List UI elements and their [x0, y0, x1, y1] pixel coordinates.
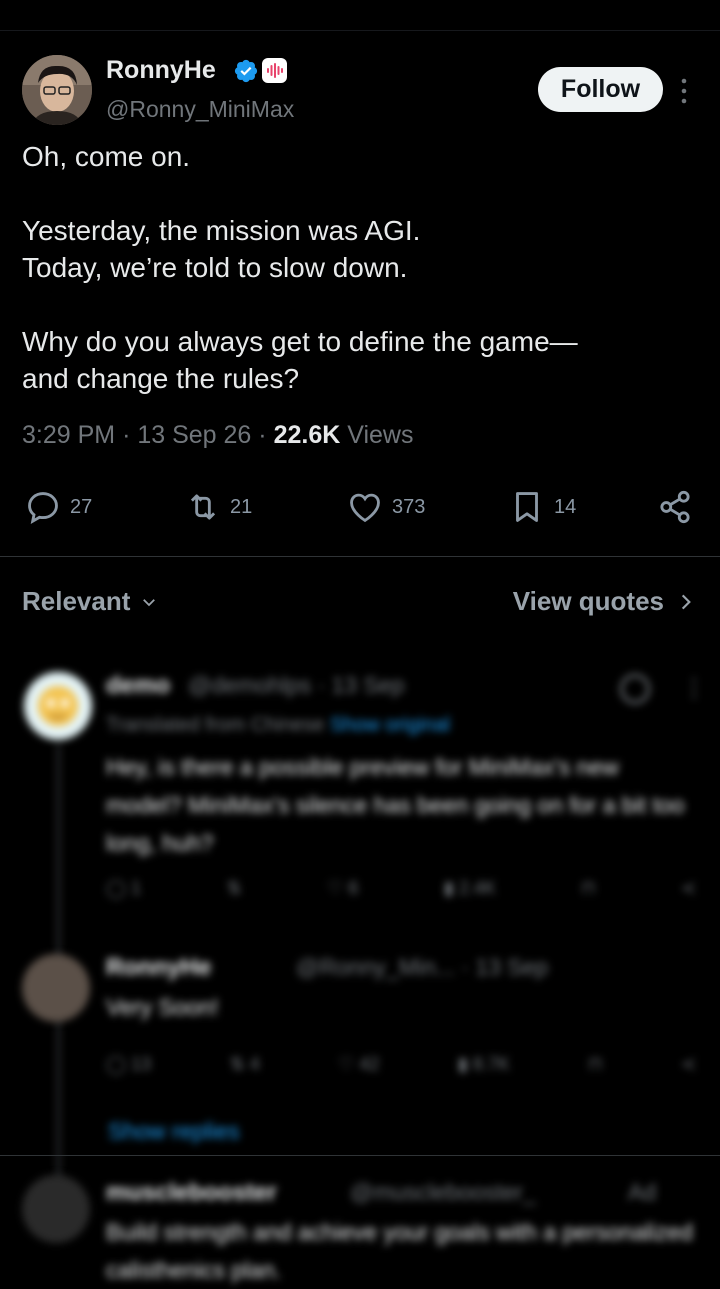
author-avatar[interactable] — [22, 55, 92, 125]
verified-badge-icon — [233, 58, 259, 84]
reply-icon — [28, 492, 58, 525]
reply-item[interactable]: demo @demohlps · 13 Sep ⋮ Translated fro… — [0, 660, 720, 1214]
tweet-text: Oh, come on. Yesterday, the mission was … — [22, 138, 702, 397]
reply-author-name[interactable]: RonnyHe — [106, 954, 211, 982]
follow-button[interactable]: Follow — [538, 67, 663, 112]
tweet-paragraph-1: Oh, come on. — [22, 141, 191, 172]
reply-avatar[interactable] — [22, 954, 90, 1022]
share-icon[interactable]: ≺ — [681, 1054, 696, 1075]
views-count: 22.6K — [273, 421, 341, 449]
views-label: Views — [347, 421, 414, 449]
share-icon[interactable]: ≺ — [681, 878, 696, 899]
tweet-meta: 3:29 PM · 13 Sep 26 · 22.6K Views — [22, 421, 414, 449]
view-quotes-link[interactable]: View quotes — [513, 586, 694, 617]
ad-author-handle[interactable]: @musclebooster_ — [350, 1179, 536, 1206]
reply-more-icon[interactable]: ⋮ — [682, 674, 706, 703]
section-divider — [0, 556, 720, 557]
like-count[interactable]: ♡ 6 — [327, 878, 358, 899]
ad-label: Ad — [628, 1179, 657, 1205]
share-icon — [660, 490, 690, 524]
show-replies-link[interactable]: Show replies — [108, 1112, 240, 1150]
reply-text: Very Soon! — [106, 994, 219, 1020]
reply-author-handle[interactable]: @Ronny_Min... · 13 Sep — [296, 954, 548, 981]
chevron-down-icon — [143, 598, 156, 606]
more-options-icon[interactable] — [672, 74, 696, 108]
like-count: 373 — [392, 495, 426, 518]
reply-avatar[interactable] — [24, 672, 92, 740]
reply-count[interactable]: ◯ 13 — [106, 1054, 151, 1075]
top-divider — [0, 30, 720, 31]
ad-avatar[interactable] — [22, 1175, 90, 1243]
tweet-paragraph-2: Yesterday, the mission was AGI. Today, w… — [22, 215, 421, 283]
repost-icon[interactable]: ⇅ — [227, 878, 242, 899]
bookmark-button[interactable]: 14 — [508, 486, 576, 528]
views-count[interactable]: ▮ 8.7K — [458, 1054, 510, 1075]
show-original-link[interactable]: Show original — [330, 714, 450, 736]
author-name[interactable]: RonnyHe — [106, 56, 216, 85]
ad-item[interactable]: musclebooster @musclebooster_ Ad Build s… — [0, 1165, 720, 1283]
translation-note: Translated from Chinese Show original — [106, 714, 450, 737]
ad-text: Build strength and achieve your goals wi… — [106, 1219, 693, 1283]
tweet-date[interactable]: 13 Sep 26 — [137, 421, 251, 449]
grok-icon[interactable] — [620, 674, 650, 704]
affiliation-badge-icon — [262, 58, 287, 83]
reply-actions: ◯ 1 ⇅ ♡ 6 ▮ 2.4K ⊓ ≺ — [106, 878, 696, 899]
chevron-right-icon — [681, 594, 691, 609]
reply-actions: ◯ 13 ⇅ 4 ♡ 42 ▮ 8.7K ⊓ ≺ — [106, 1054, 696, 1075]
like-count[interactable]: ♡ 42 — [338, 1054, 379, 1075]
like-button[interactable]: 373 — [346, 486, 425, 528]
reply-author-handle[interactable]: @demohlps · 13 Sep — [188, 672, 404, 699]
bookmark-icon — [516, 492, 538, 522]
heart-icon — [350, 493, 380, 523]
author-handle[interactable]: @Ronny_MiniMax — [106, 96, 294, 123]
reply-count[interactable]: ◯ 1 — [106, 878, 141, 899]
section-divider — [0, 1155, 720, 1156]
reply-count: 27 — [70, 495, 93, 518]
repost-count: 21 — [230, 495, 253, 518]
translated-label: Translated from Chinese — [106, 714, 325, 736]
reply-text: Hey, is there a possible preview for Min… — [106, 754, 685, 856]
tweet-time[interactable]: 3:29 PM — [22, 421, 115, 449]
share-button[interactable] — [656, 486, 694, 528]
relevant-sort-dropdown[interactable]: Relevant — [22, 586, 158, 617]
tweet-paragraph-3: Why do you always get to define the game… — [22, 326, 578, 394]
relevant-label: Relevant — [22, 586, 131, 616]
repost-button[interactable]: 21 — [184, 486, 252, 528]
reply-item[interactable]: RonnyHe @Ronny_Min... · 13 Sep Very Soon… — [0, 942, 720, 1152]
reply-button[interactable]: 27 — [24, 486, 92, 528]
repost-count[interactable]: ⇅ 4 — [230, 1054, 260, 1075]
reply-author-name[interactable]: demo — [106, 672, 170, 700]
bookmark-icon[interactable]: ⊓ — [581, 878, 595, 899]
views-count[interactable]: ▮ 2.4K — [444, 878, 496, 899]
ad-author-name[interactable]: musclebooster — [106, 1179, 277, 1207]
bookmark-icon[interactable]: ⊓ — [588, 1054, 602, 1075]
view-quotes-label: View quotes — [512, 586, 664, 616]
repost-icon — [190, 494, 216, 520]
bookmark-count: 14 — [554, 495, 577, 518]
